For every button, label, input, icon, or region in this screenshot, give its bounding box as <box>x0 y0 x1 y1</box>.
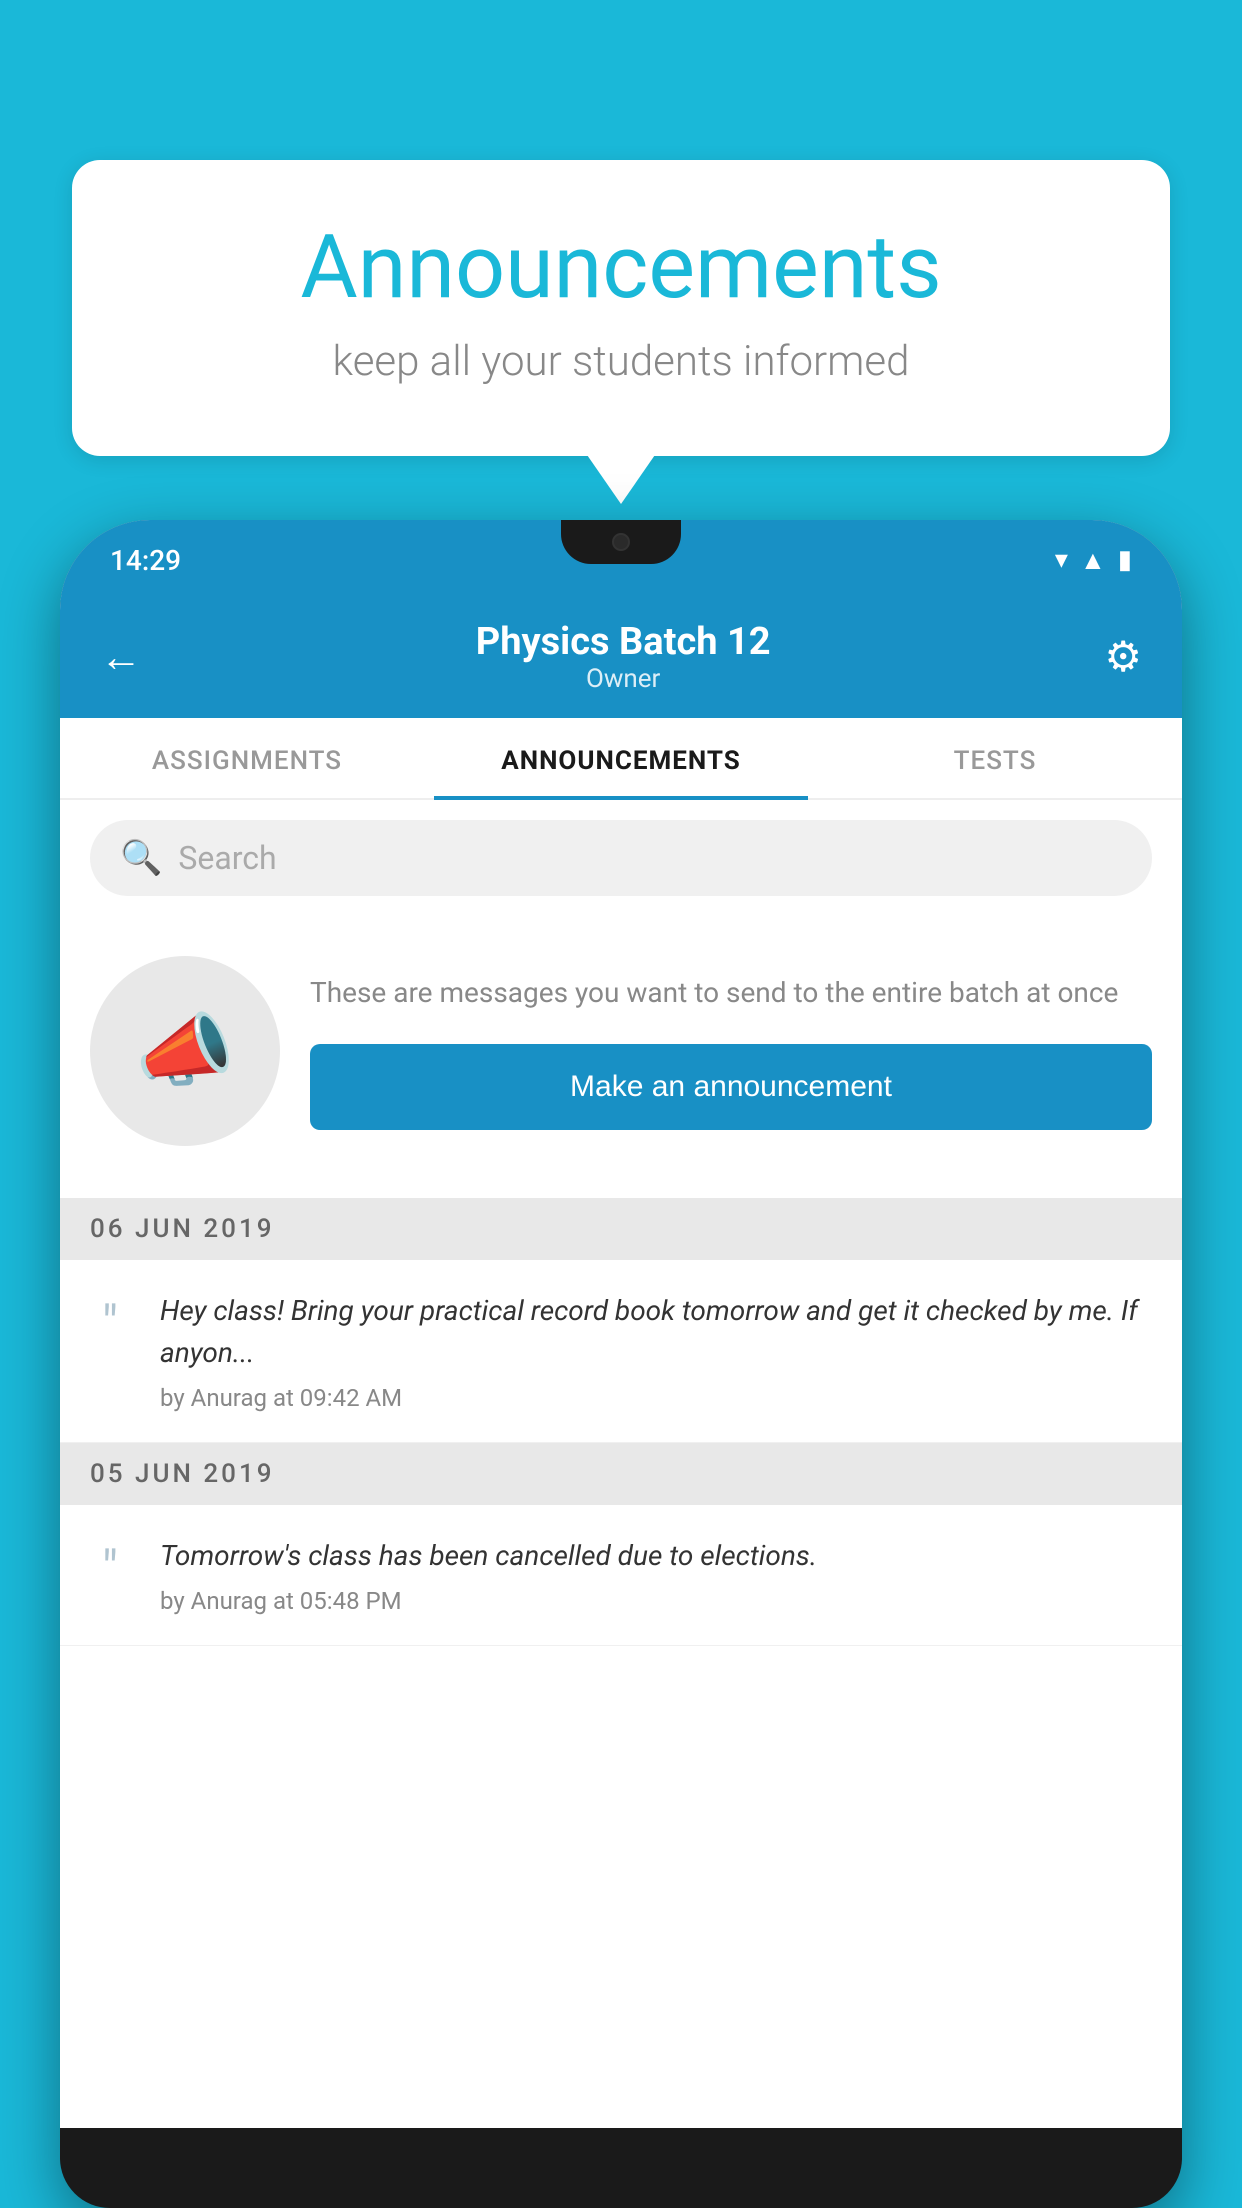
header-title: Physics Batch 12 <box>476 620 771 664</box>
megaphone-icon: 📣 <box>135 1004 235 1098</box>
megaphone-circle: 📣 <box>90 956 280 1146</box>
search-placeholder: Search <box>178 839 276 877</box>
announcement-item-1[interactable]: " Hey class! Bring your practical record… <box>60 1260 1182 1443</box>
search-icon: 🔍 <box>120 838 162 878</box>
announcement-text-2: Tomorrow's class has been cancelled due … <box>160 1535 1152 1615</box>
header-subtitle: Owner <box>476 664 771 694</box>
notch <box>561 520 681 564</box>
tab-announcements[interactable]: ANNOUNCEMENTS <box>434 718 808 798</box>
prompt-text: These are messages you want to send to t… <box>310 972 1152 1014</box>
signal-icon: ▲ <box>1080 545 1106 576</box>
date-label-2: 05 JUN 2019 <box>90 1459 275 1489</box>
status-bar: 14:29 ▾ ▲ ▮ <box>60 520 1182 600</box>
announcement-prompt: 📣 These are messages you want to send to… <box>60 916 1182 1186</box>
date-divider-1: 06 JUN 2019 <box>60 1198 1182 1260</box>
header-center: Physics Batch 12 Owner <box>476 620 771 694</box>
tab-tests[interactable]: TESTS <box>808 718 1182 798</box>
prompt-right: These are messages you want to send to t… <box>310 972 1152 1130</box>
app-header: ← Physics Batch 12 Owner ⚙ <box>60 600 1182 718</box>
announcement-message-1: Hey class! Bring your practical record b… <box>160 1290 1152 1374</box>
wifi-icon: ▾ <box>1055 545 1068 575</box>
tab-assignments[interactable]: ASSIGNMENTS <box>60 718 434 798</box>
announcement-message-2: Tomorrow's class has been cancelled due … <box>160 1535 1152 1577</box>
make-announcement-button[interactable]: Make an announcement <box>310 1044 1152 1130</box>
status-time: 14:29 <box>110 544 181 577</box>
inner-screen: 14:29 ▾ ▲ ▮ ← Physics Batch 12 Owner ⚙ A… <box>60 520 1182 2128</box>
announcement-text-1: Hey class! Bring your practical record b… <box>160 1290 1152 1412</box>
phone-frame: 14:29 ▾ ▲ ▮ ← Physics Batch 12 Owner ⚙ A… <box>60 520 1182 2208</box>
back-button[interactable]: ← <box>100 633 142 682</box>
bubble-subtitle: keep all your students informed <box>152 337 1090 386</box>
tabs-bar: ASSIGNMENTS ANNOUNCEMENTS TESTS <box>60 718 1182 800</box>
quote-icon-2: " <box>80 1535 140 1595</box>
date-divider-2: 05 JUN 2019 <box>60 1443 1182 1505</box>
announcement-author-2: by Anurag at 05:48 PM <box>160 1587 1152 1615</box>
speech-bubble-container: Announcements keep all your students inf… <box>72 160 1170 456</box>
content-area: 🔍 Search 📣 These are messages you want t… <box>60 800 1182 2128</box>
announcement-item-2[interactable]: " Tomorrow's class has been cancelled du… <box>60 1505 1182 1646</box>
battery-icon: ▮ <box>1118 545 1132 575</box>
camera-dot <box>612 533 630 551</box>
status-icons: ▾ ▲ ▮ <box>1055 545 1132 576</box>
quote-icon-1: " <box>80 1290 140 1350</box>
speech-bubble: Announcements keep all your students inf… <box>72 160 1170 456</box>
date-label-1: 06 JUN 2019 <box>90 1214 275 1244</box>
bubble-title: Announcements <box>152 220 1090 317</box>
gear-icon[interactable]: ⚙ <box>1104 632 1142 682</box>
search-bar[interactable]: 🔍 Search <box>90 820 1152 896</box>
announcement-author-1: by Anurag at 09:42 AM <box>160 1384 1152 1412</box>
search-container: 🔍 Search <box>60 800 1182 916</box>
